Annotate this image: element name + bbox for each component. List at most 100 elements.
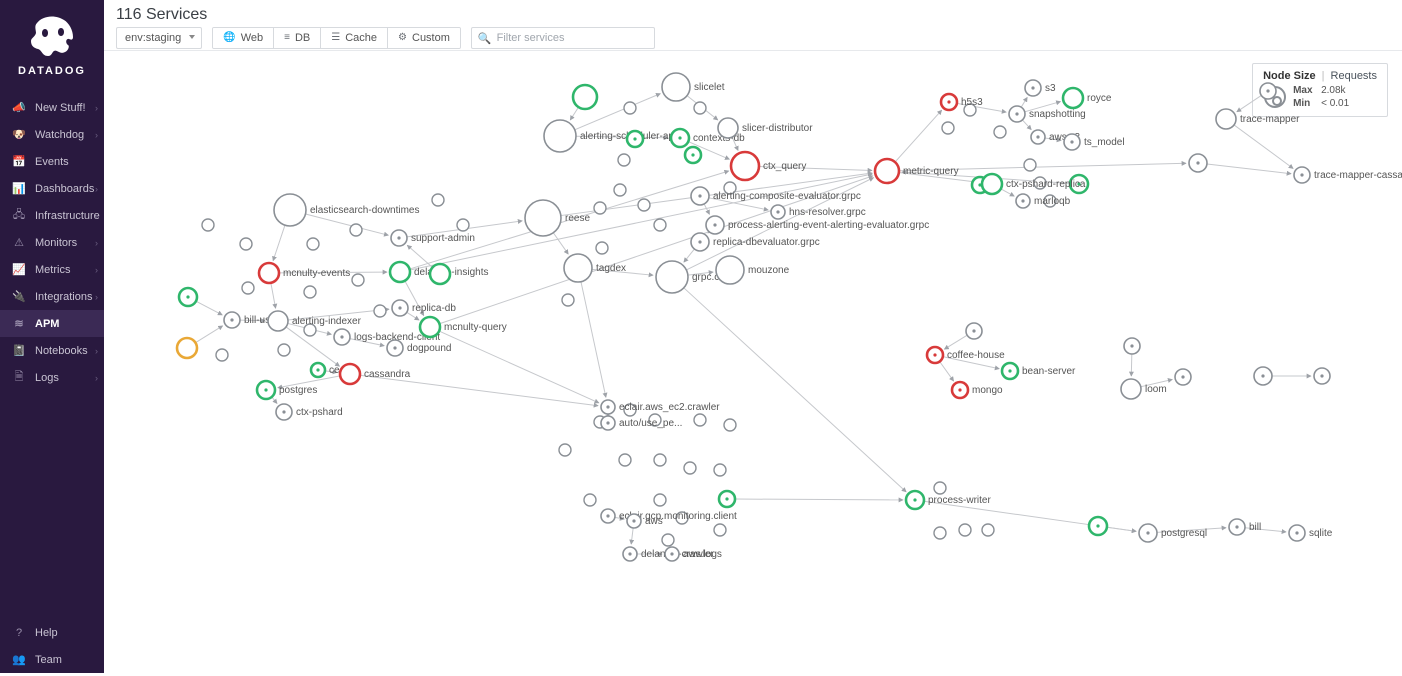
- brand-logo: DATADOG: [0, 0, 104, 90]
- filter-placeholder: Filter services: [497, 32, 565, 44]
- node-bean-server[interactable]: bean-server: [1002, 363, 1076, 379]
- node-label: hns-resolver.grpc: [789, 207, 866, 218]
- node-label: mcnulty-events: [283, 268, 350, 279]
- nav-label: Metrics: [35, 264, 70, 276]
- node-label: process-alerting-event-alerting-evaluato…: [728, 220, 929, 231]
- nav-icon: ≋: [10, 317, 28, 330]
- node-label: ctx_query: [763, 161, 806, 172]
- node-n-g3[interactable]: [627, 131, 643, 147]
- node-n-g6[interactable]: [1089, 517, 1107, 535]
- type-button-custom[interactable]: ⚙Custom: [387, 28, 460, 48]
- node-autouse[interactable]: auto/use_pe...: [601, 416, 682, 430]
- chevron-right-icon: ›: [95, 292, 98, 302]
- node-a3[interactable]: [1254, 367, 1272, 385]
- sidebar-item-metrics[interactable]: 📈Metrics›: [0, 256, 104, 283]
- node-process-alerting-evaluator[interactable]: process-alerting-event-alerting-evaluato…: [706, 216, 929, 234]
- node-h5s3[interactable]: h5s3: [941, 94, 983, 110]
- sidebar-item-watchdog[interactable]: 🐶 Watchdog ›: [0, 121, 104, 148]
- nav-label: Events: [35, 156, 69, 168]
- sidebar-item-logs[interactable]: 🗎Logs›: [0, 364, 104, 391]
- node-label: snapshotting: [1029, 109, 1086, 120]
- nav-icon: 🐶: [10, 128, 28, 141]
- node-dogpound[interactable]: dogpound: [387, 340, 452, 356]
- node-bill[interactable]: bill: [1229, 519, 1261, 535]
- sidebar-item-notebooks[interactable]: 📓Notebooks›: [0, 337, 104, 364]
- node-coffee-house[interactable]: coffee-house: [927, 347, 1005, 363]
- node-label: sqlite: [1309, 528, 1333, 539]
- node-elasticsearch-downtimes[interactable]: elasticsearch-downtimes: [274, 194, 420, 226]
- node-a2[interactable]: [1175, 369, 1191, 385]
- node-a1[interactable]: [1124, 338, 1140, 354]
- service-map-graph[interactable]: elasticsearch-downtimesbill-usagealertin…: [104, 51, 1402, 673]
- node-label: mcnulty-query: [444, 322, 507, 333]
- node-mouzone[interactable]: mouzone: [716, 256, 790, 284]
- node-metric-query[interactable]: metric-query: [875, 159, 959, 183]
- node-support-admin[interactable]: support-admin: [391, 230, 475, 246]
- sidebar-item-new-stuff-[interactable]: 📣New Stuff!›: [0, 94, 104, 121]
- node-mcnulty-events[interactable]: mcnulty-events: [259, 263, 350, 283]
- node-ctx_query[interactable]: ctx_query: [731, 152, 806, 180]
- node-eclair-gcp[interactable]: eclair.gcp.monitoring.client: [601, 509, 737, 523]
- node-tm-top[interactable]: [1260, 83, 1276, 99]
- sidebar-item-apm[interactable]: ≋APM: [0, 310, 104, 337]
- env-filter-dropdown[interactable]: env:staging: [116, 27, 202, 49]
- node-ctx-pshard-replica[interactable]: ctx-pshard-replica: [982, 174, 1086, 194]
- node-n-g2[interactable]: [430, 264, 450, 284]
- type-button-cache[interactable]: ☰Cache: [320, 28, 387, 48]
- chevron-right-icon: ›: [95, 211, 98, 221]
- node-a4[interactable]: [1314, 368, 1330, 384]
- node-green-big[interactable]: [573, 85, 597, 109]
- page-title: 116 Services: [116, 6, 207, 24]
- node-ctx-pshard[interactable]: ctx-pshard: [276, 404, 343, 420]
- node-a5[interactable]: [966, 323, 982, 339]
- nav-label: Infrastructure: [35, 210, 100, 222]
- node-mongo[interactable]: mongo: [952, 382, 1003, 398]
- node-aws[interactable]: aws: [627, 514, 663, 528]
- node-process-writer[interactable]: process-writer: [906, 491, 991, 509]
- node-postgres[interactable]: postgres: [257, 381, 317, 399]
- node-slicelet[interactable]: slicelet: [662, 73, 725, 101]
- node-postgresql[interactable]: postgresql: [1139, 524, 1207, 542]
- filter-services-input[interactable]: 🔍 Filter services: [471, 27, 655, 49]
- type-label: Cache: [345, 28, 377, 48]
- node-n-g5[interactable]: [719, 491, 735, 507]
- sidebar-item-help[interactable]: ?Help: [0, 619, 104, 646]
- node-alerting-composite-evaluator[interactable]: alerting-composite-evaluator.grpc: [691, 187, 861, 205]
- sidebar-item-team[interactable]: 👥Team: [0, 646, 104, 673]
- header: 116 Services env:staging 🌐Web≡DB☰Cache⚙C…: [104, 0, 1402, 50]
- node-tagdex[interactable]: tagdex: [564, 254, 626, 282]
- node-tm-g1[interactable]: [1189, 154, 1207, 172]
- sidebar-item-dashboards[interactable]: 📊Dashboards›: [0, 175, 104, 202]
- node-hns-resolver[interactable]: hns-resolver.grpc: [771, 205, 866, 219]
- nav-label: Watchdog: [35, 129, 84, 141]
- sidebar-item-infrastructure[interactable]: 🖧Infrastructure›: [0, 202, 104, 229]
- node-n-ec2[interactable]: eclair.aws_ec2.crawler: [601, 400, 720, 414]
- node-royce[interactable]: royce: [1063, 88, 1112, 108]
- sidebar-item-events[interactable]: 📅 Events: [0, 148, 104, 175]
- node-trace-mapper[interactable]: trace-mapper: [1216, 109, 1300, 129]
- sidebar-item-integrations[interactable]: 🔌Integrations›: [0, 283, 104, 310]
- type-button-db[interactable]: ≡DB: [273, 28, 320, 48]
- node-trace-mapper-cassandra[interactable]: trace-mapper-cassandra: [1294, 167, 1402, 183]
- node-n-y1[interactable]: [177, 338, 197, 358]
- node-n-g4[interactable]: [685, 147, 701, 163]
- node-marloqb[interactable]: marloqb: [1016, 194, 1071, 208]
- brand-text: DATADOG: [18, 65, 86, 77]
- nav-icon: 📅: [10, 155, 28, 168]
- type-button-web[interactable]: 🌐Web: [213, 28, 273, 48]
- sidebar-item-monitors[interactable]: ⚠Monitors›: [0, 229, 104, 256]
- chevron-right-icon: ›: [95, 130, 98, 140]
- node-s3[interactable]: s3: [1025, 80, 1056, 96]
- node-alerting-scheduler-app[interactable]: alerting-scheduler-app: [544, 120, 680, 152]
- node-mcnulty-query[interactable]: mcnulty-query: [420, 317, 507, 337]
- node-sqlite[interactable]: sqlite: [1289, 525, 1333, 541]
- node-label: royce: [1087, 93, 1112, 104]
- node-aws-logs[interactable]: aws.logs: [665, 547, 722, 561]
- node-slicer-distributor[interactable]: slicer-distributor: [718, 118, 813, 138]
- node-reese[interactable]: reese: [525, 200, 590, 236]
- type-label: Custom: [412, 28, 450, 48]
- node-replica-db[interactable]: replica-db: [392, 300, 456, 316]
- node-ts_model[interactable]: ts_model: [1064, 134, 1125, 150]
- node-n-g1[interactable]: [179, 288, 197, 306]
- node-cassandra[interactable]: cassandra: [340, 364, 411, 384]
